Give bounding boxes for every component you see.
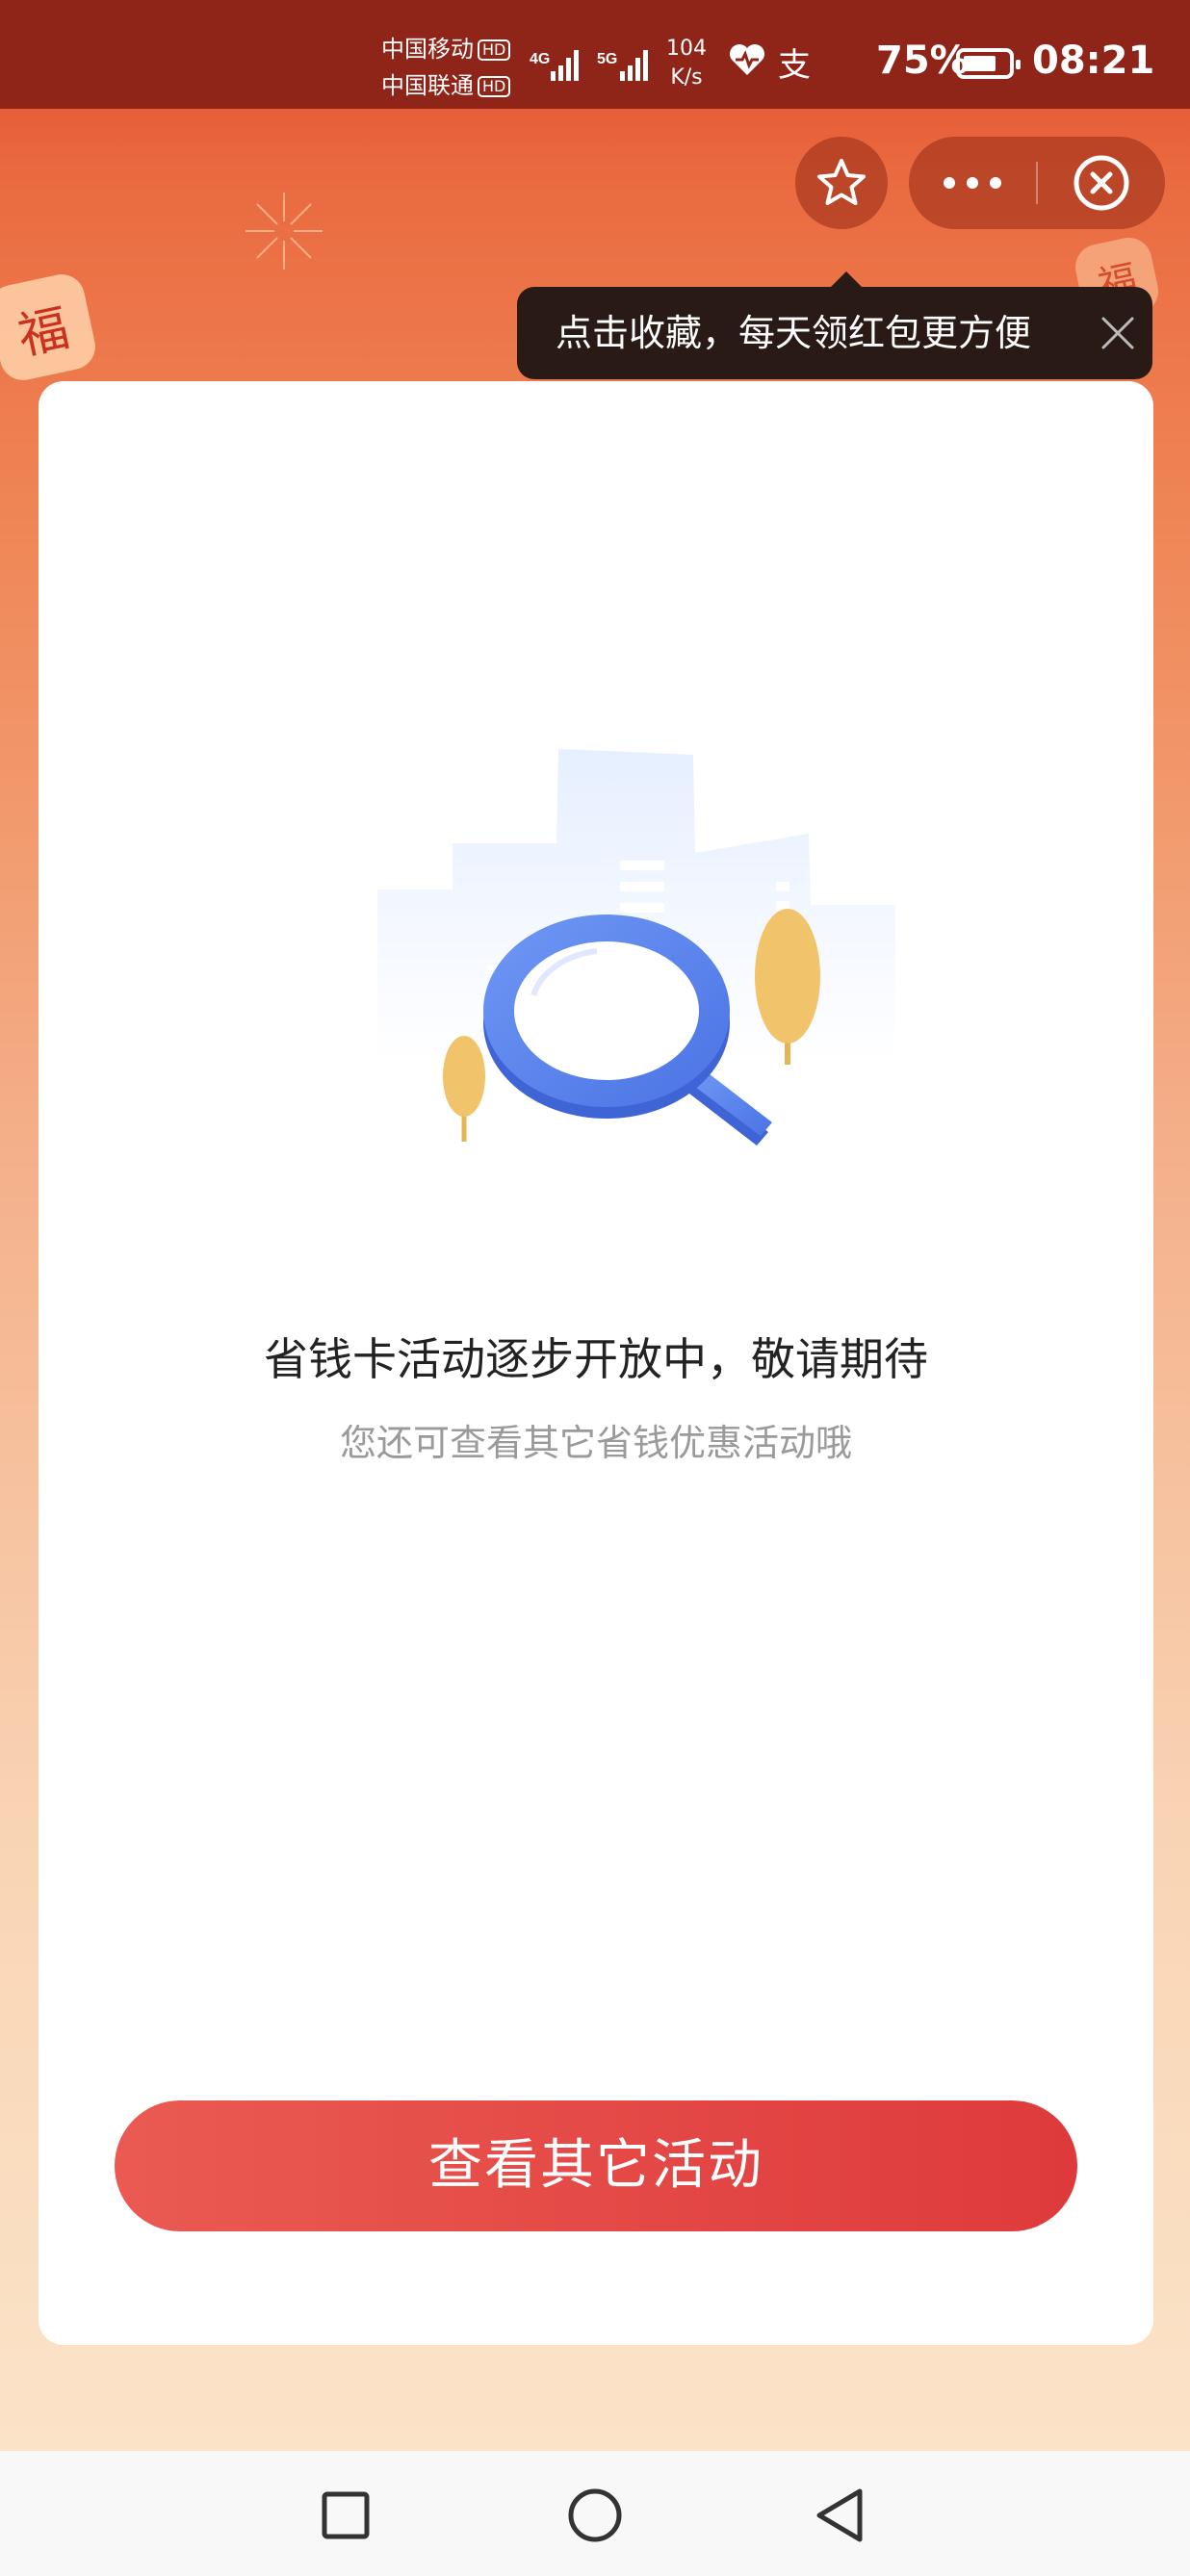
circle-icon bbox=[568, 2488, 622, 2542]
fu-decoration-left: 福 bbox=[0, 270, 100, 385]
more-dots-icon bbox=[944, 177, 1001, 189]
search-empty-illustration bbox=[377, 749, 895, 1146]
alipay-icon: 支 bbox=[778, 46, 811, 85]
clock: 08:21 bbox=[1032, 39, 1155, 83]
speed-value: 104 bbox=[666, 37, 707, 61]
signal-5g-icon: 5G bbox=[597, 50, 648, 81]
tooltip-arrow bbox=[831, 271, 862, 287]
favorite-tooltip: 点击收藏，每天领红包更方便 bbox=[517, 271, 1152, 379]
empty-state-title: 省钱卡活动逐步开放中，敬请期待 bbox=[264, 1333, 928, 1385]
back-button[interactable] bbox=[807, 2482, 874, 2549]
network-speed: 104 K/s bbox=[666, 35, 707, 92]
speed-unit: K/s bbox=[670, 65, 703, 90]
carrier-2: 中国联通 bbox=[381, 72, 474, 99]
empty-state-subtitle: 您还可查看其它省钱优惠活动哦 bbox=[339, 1422, 852, 1464]
net-label-2: 5G bbox=[597, 51, 617, 67]
signal-4g-icon: 4G bbox=[530, 50, 579, 81]
mini-program-capsule bbox=[909, 137, 1165, 229]
net-label-1: 4G bbox=[530, 51, 550, 67]
firework-decoration bbox=[246, 193, 323, 270]
more-button[interactable] bbox=[909, 137, 1036, 229]
square-icon bbox=[322, 2491, 370, 2539]
star-icon bbox=[817, 159, 866, 205]
triangle-back-icon bbox=[816, 2488, 863, 2542]
carrier-1: 中国移动 bbox=[381, 36, 474, 63]
battery-icon bbox=[956, 48, 1021, 79]
close-icon[interactable] bbox=[1100, 316, 1135, 350]
carrier-info: 中国移动 HD 中国联通 HD bbox=[381, 31, 511, 104]
tree-small-icon bbox=[443, 1036, 485, 1142]
view-other-activities-button[interactable]: 查看其它活动 bbox=[115, 2100, 1077, 2231]
health-heart-icon bbox=[730, 44, 764, 75]
recents-button[interactable] bbox=[312, 2482, 379, 2549]
hd-badge-1: HD bbox=[478, 39, 511, 61]
system-nav-bar bbox=[0, 2451, 1190, 2576]
content-card: 省钱卡活动逐步开放中，敬请期待 您还可查看其它省钱优惠活动哦 查看其它活动 bbox=[39, 381, 1153, 2345]
hd-badge-2: HD bbox=[478, 76, 511, 97]
status-bar: 中国移动 HD 中国联通 HD 4G 5G 104 K/s 支 75% 08:21 bbox=[0, 0, 1190, 109]
favorite-button[interactable] bbox=[795, 137, 888, 229]
close-mini-program-button[interactable] bbox=[1038, 137, 1165, 229]
close-circle-icon bbox=[1074, 155, 1129, 211]
home-button[interactable] bbox=[561, 2482, 629, 2549]
battery-percent: 75% bbox=[876, 39, 969, 83]
tooltip-text: 点击收藏，每天领红包更方便 bbox=[556, 312, 1032, 354]
